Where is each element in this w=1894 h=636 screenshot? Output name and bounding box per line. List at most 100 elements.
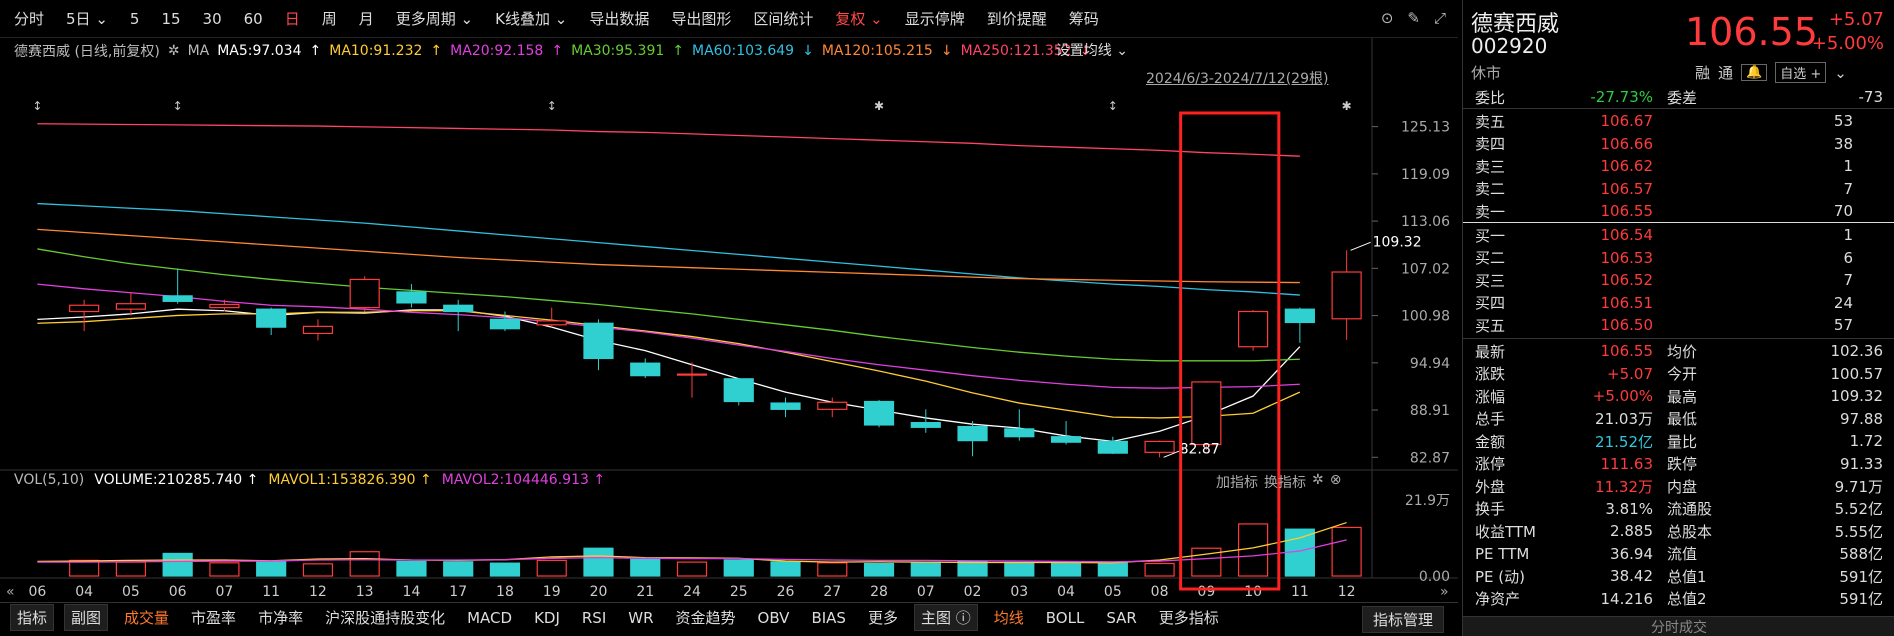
volume-bar[interactable] [489,562,521,577]
indicator-tab[interactable]: 市净率 [252,605,309,630]
event-marker-icon[interactable]: ✱ [1342,99,1352,113]
indicator-tab[interactable]: WR [622,607,659,629]
candle-body[interactable] [1331,271,1362,320]
order-book-row[interactable]: 卖三 106.62 1 [1463,155,1894,178]
chevron-down-icon[interactable]: ⌄ [1834,64,1847,82]
volume-bar[interactable] [583,547,614,577]
indicator-tab[interactable]: 更多 [862,605,904,630]
scroll-left-icon[interactable]: « [6,584,15,600]
volume-bar[interactable] [676,561,708,577]
indicator-tab[interactable]: OBV [752,607,796,629]
close-icon[interactable]: ⊗ [1330,472,1342,492]
indicator-tab[interactable]: 指标 [10,604,55,631]
candle-body[interactable] [770,402,801,410]
volume-bar[interactable] [1050,562,1082,577]
candle-body[interactable] [1144,440,1175,453]
volume-bar[interactable] [302,563,334,577]
candle-body[interactable] [536,320,567,326]
candle-body[interactable] [443,304,474,313]
candle-body[interactable] [1238,310,1269,348]
candle-body[interactable] [162,295,193,302]
candle-body[interactable] [817,401,848,410]
candle-body[interactable] [1097,440,1128,454]
volume-bar[interactable] [863,562,895,577]
volume-bar[interactable] [536,559,567,577]
indicator-manage-button[interactable]: 指标管理 [1361,606,1444,633]
event-marker-icon[interactable]: ↕ [547,99,557,113]
volume-bar[interactable] [209,562,240,577]
candle-body[interactable] [69,304,100,313]
indicator-tab[interactable]: 资金趋势 [670,605,742,630]
kline-plot[interactable]: 125.13 119.09 113.06 107.02 100.98 94.94 88.91… [0,0,1458,600]
candle-body[interactable] [1191,381,1222,446]
change-indicator-button[interactable]: 换指标 [1264,472,1306,492]
volume-bar[interactable] [443,561,474,577]
volume-bar[interactable] [1331,526,1362,577]
indicator-tab[interactable]: 更多指标 [1153,605,1225,630]
candle-body[interactable] [302,325,334,335]
volume-bar[interactable] [817,562,848,577]
indicator-tab[interactable]: 沪深股通持股变化 [319,605,451,630]
order-book-row[interactable]: 买一 106.54 1 [1463,224,1894,247]
volume-bar[interactable] [910,561,941,577]
tick-trade-tab[interactable]: 分时成交 [1463,616,1894,636]
volume-bar[interactable] [1004,561,1035,577]
indicator-tab[interactable]: 均线 [988,605,1030,630]
volume-bar[interactable] [1144,562,1175,577]
indicator-tab[interactable]: RSI [576,607,612,629]
indicator-tab[interactable]: MACD [461,607,518,629]
add-indicator-button[interactable]: 加指标 [1216,472,1258,492]
event-marker-icon[interactable]: ✱ [874,99,884,113]
indicator-tab[interactable]: 市盈率 [185,605,242,630]
candle-body[interactable] [676,373,708,376]
volume-bar[interactable] [396,560,427,577]
event-marker-icon[interactable]: ↕ [1108,99,1118,113]
volume-bar[interactable] [957,560,988,577]
candle-body[interactable] [396,291,427,304]
indicator-tab[interactable]: 主图 ⓘ [913,604,978,631]
indicator-tab[interactable]: 成交量 [118,605,175,630]
candle-body[interactable] [723,378,754,403]
indicator-tab[interactable]: SAR [1100,607,1142,629]
order-book-row[interactable]: 买五 106.50 57 [1463,314,1894,337]
volume-bar[interactable] [115,561,146,577]
volume-bar[interactable] [630,558,661,577]
volume-bar[interactable] [256,560,287,577]
event-marker-icon[interactable]: ↕ [173,99,183,113]
candle-body[interactable] [209,303,240,309]
candle-body[interactable] [957,425,988,442]
candle-body[interactable] [583,322,614,360]
kline-chart-panel[interactable]: 分时 5日 ⌄ 5 15 30 60 日周月更多周期 ⌄ K线叠加 ⌄ 导出数据 导出图形 区间统计… [0,0,1458,636]
candle-body[interactable] [256,308,287,328]
candle-body[interactable] [489,318,521,330]
candle-body[interactable] [115,303,146,310]
event-marker-icon[interactable]: ↕ [32,99,42,113]
order-book-row[interactable]: 卖四 106.66 38 [1463,133,1894,156]
order-book-row[interactable]: 买四 106.51 24 [1463,292,1894,315]
candle-body[interactable] [863,400,895,426]
volume-bar[interactable] [162,552,193,577]
candle-body[interactable] [349,278,380,309]
volume-bar[interactable] [349,551,380,577]
candle-body[interactable] [1284,308,1315,324]
order-book-row[interactable]: 买三 106.52 7 [1463,269,1894,292]
candle-body[interactable] [630,362,661,377]
order-book-row[interactable]: 卖二 106.57 7 [1463,178,1894,201]
scroll-right-icon[interactable]: » [1440,584,1449,600]
order-book-row[interactable]: 买二 106.53 6 [1463,247,1894,270]
candle-body[interactable] [1050,436,1082,443]
order-book-row[interactable]: 卖五 106.67 53 [1463,110,1894,133]
volume-bar[interactable] [1238,523,1269,577]
watchlist-button[interactable]: 自选 + [1775,62,1827,83]
candle-body[interactable] [1004,428,1035,438]
indicator-tab[interactable]: 副图 [64,604,109,631]
gear-icon[interactable]: ✲ [1312,472,1324,492]
volume-bar[interactable] [723,559,754,577]
order-book-row[interactable]: 卖一 106.55 70 [1463,200,1894,223]
indicator-tab[interactable]: BIAS [805,607,852,629]
volume-bar[interactable] [1097,562,1128,577]
volume-bar[interactable] [770,561,801,577]
indicator-tab[interactable]: KDJ [528,607,566,629]
bell-icon[interactable]: 🔔 [1741,64,1768,81]
candle-body[interactable] [910,422,941,428]
